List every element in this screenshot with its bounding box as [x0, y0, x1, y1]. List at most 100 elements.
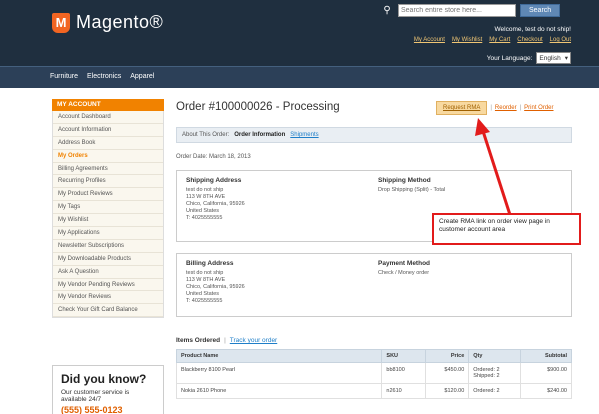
- request-rma-button[interactable]: Request RMA: [436, 101, 488, 115]
- table-row: Nokia 2610 Phone n2610 $120.00 Ordered: …: [175, 383, 573, 399]
- items-ordered-header: Items Ordered | Track your order: [176, 337, 277, 344]
- search-input[interactable]: [398, 4, 516, 17]
- address-line: test do not ship: [186, 187, 224, 193]
- table-header-row: Product Name SKU Price Qty Subtotal: [175, 349, 573, 363]
- sidebar-item-my-wishlist[interactable]: My Wishlist: [53, 214, 163, 228]
- shipping-method-heading: Shipping Method: [378, 177, 431, 184]
- tab-shipments[interactable]: Shipments: [290, 132, 318, 138]
- sidebar-item-my-vendor-reviews[interactable]: My Vendor Reviews: [53, 291, 163, 305]
- address-line: Chico, California, 95926: [186, 284, 245, 290]
- did-you-know-title: Did you know?: [61, 372, 147, 386]
- qty-shipped: Shipped: 2: [473, 373, 500, 379]
- welcome-message: Welcome, test do not ship!: [494, 26, 571, 33]
- address-line: 113 W 8TH AVE: [186, 277, 226, 283]
- main-nav: Furniture Electronics Apparel: [0, 66, 599, 88]
- tabs-label: About This Order:: [182, 132, 230, 138]
- payment-method-value: Check / Money order: [378, 270, 430, 276]
- column-header-subtotal: Subtotal: [519, 349, 573, 363]
- sidebar-item-account-dashboard[interactable]: Account Dashboard: [53, 111, 163, 124]
- sidebar-item-gift-card-balance[interactable]: Check Your Gift Card Balance: [53, 304, 163, 318]
- product-name: Blackberry 8100 Pearl: [175, 362, 383, 384]
- sidebar-item-my-applications[interactable]: My Applications: [53, 227, 163, 240]
- address-line: Chico, California, 95926: [186, 201, 245, 207]
- sidebar-item-my-product-reviews[interactable]: My Product Reviews: [53, 188, 163, 202]
- language-select[interactable]: English ▾: [536, 52, 571, 64]
- address-line: test do not ship: [186, 270, 224, 276]
- billing-box: Billing Address test do not ship 113 W 8…: [176, 253, 572, 317]
- billing-address-heading: Billing Address: [186, 260, 234, 267]
- my-wishlist-link[interactable]: My Wishlist: [452, 37, 482, 43]
- shipping-method: Shipping Method Drop Shipping (Split) - …: [378, 177, 445, 194]
- reorder-link[interactable]: Reorder: [495, 105, 517, 111]
- nav-item-electronics[interactable]: Electronics: [87, 73, 121, 80]
- address-line: T: 4025555555: [186, 298, 223, 304]
- product-name: Nokia 2610 Phone: [175, 383, 383, 399]
- table-row: Blackberry 8100 Pearl bb8100 $450.00 Ord…: [175, 362, 573, 384]
- sidebar-item-my-tags[interactable]: My Tags: [53, 201, 163, 215]
- track-order-link[interactable]: Track your order: [230, 337, 277, 344]
- action-separator: |: [490, 105, 492, 111]
- payment-method-heading: Payment Method: [378, 260, 431, 267]
- product-sku: bb8100: [381, 362, 426, 384]
- did-you-know-text: Our customer service is available 24/7: [61, 389, 130, 403]
- nav-item-furniture[interactable]: Furniture: [50, 73, 78, 80]
- language-label: Your Language:: [486, 54, 533, 62]
- items-ordered-heading: Items Ordered: [176, 337, 221, 344]
- order-actions: Request RMA | Reorder | Print Order: [436, 101, 554, 115]
- header-links: My Account My Wishlist My Cart Checkout …: [414, 37, 571, 43]
- product-subtotal: $240.00: [519, 383, 573, 399]
- address-line: United States: [186, 208, 220, 214]
- nav-item-apparel[interactable]: Apparel: [130, 73, 154, 80]
- page-title: Order #100000026 - Processing: [176, 101, 340, 113]
- sidebar-title: MY ACCOUNT: [52, 99, 164, 111]
- print-order-link[interactable]: Print Order: [524, 105, 553, 111]
- column-header-qty: Qty: [468, 349, 521, 363]
- search-bar: ⚲ Search: [380, 4, 561, 17]
- chevron-down-icon: ▾: [564, 55, 568, 62]
- magento-logo[interactable]: M Magento®: [52, 12, 163, 33]
- shipping-address-heading: Shipping Address: [186, 177, 242, 184]
- magento-logo-icon: M: [52, 12, 70, 33]
- logo-text: Magento®: [76, 12, 164, 32]
- order-tabs: About This Order: Order Information Ship…: [176, 127, 572, 143]
- sidebar-item-address-book[interactable]: Address Book: [53, 137, 163, 150]
- sidebar-item-recurring-profiles[interactable]: Recurring Profiles: [53, 175, 163, 189]
- did-you-know-phone: (555) 555-0123: [61, 405, 123, 414]
- sidebar-item-newsletter-subscriptions[interactable]: Newsletter Subscriptions: [53, 240, 163, 253]
- payment-method: Payment Method Check / Money order: [378, 260, 430, 277]
- column-header-sku: SKU: [381, 349, 426, 363]
- checkout-link[interactable]: Checkout: [517, 37, 542, 43]
- sidebar-item-account-information[interactable]: Account Information: [53, 124, 163, 137]
- sidebar-item-my-downloadable-products[interactable]: My Downloadable Products: [53, 253, 163, 266]
- sidebar-item-ask-a-question[interactable]: Ask A Question: [53, 266, 163, 279]
- product-price: $120.00: [424, 383, 470, 399]
- sidebar-list: Account Dashboard Account Information Ad…: [52, 111, 164, 319]
- billing-address: Billing Address test do not ship 113 W 8…: [186, 260, 245, 305]
- search-icon: ⚲: [383, 5, 391, 16]
- log-out-link[interactable]: Log Out: [550, 37, 571, 43]
- items-separator: |: [224, 337, 226, 344]
- product-price: $450.00: [424, 362, 470, 384]
- account-sidebar: MY ACCOUNT Account Dashboard Account Inf…: [52, 99, 164, 319]
- my-account-link[interactable]: My Account: [414, 37, 445, 43]
- language-value: English: [539, 54, 561, 62]
- items-table: Product Name SKU Price Qty Subtotal Blac…: [175, 349, 573, 399]
- annotation-callout: Create RMA link on order view page in cu…: [432, 213, 581, 245]
- product-qty: Ordered: 2 Shipped: 2: [468, 362, 521, 384]
- product-sku: n2610: [381, 383, 426, 399]
- product-qty: Ordered: 2: [468, 383, 521, 399]
- column-header-product-name: Product Name: [175, 349, 383, 363]
- tab-order-information[interactable]: Order Information: [234, 132, 285, 138]
- address-line: 113 W 8TH AVE: [186, 194, 226, 200]
- sidebar-item-my-orders[interactable]: My Orders: [53, 150, 163, 163]
- search-button[interactable]: Search: [520, 4, 561, 17]
- address-line: United States: [186, 291, 220, 297]
- my-cart-link[interactable]: My Cart: [489, 37, 510, 43]
- action-separator: |: [519, 105, 522, 111]
- shipping-method-value: Drop Shipping (Split) - Total: [378, 187, 446, 193]
- qty-ordered: Ordered: 2: [473, 388, 500, 394]
- sidebar-item-billing-agreements[interactable]: Billing Agreements: [53, 163, 163, 176]
- sidebar-item-my-vendor-pending-reviews[interactable]: My Vendor Pending Reviews: [53, 279, 163, 292]
- product-subtotal: $900.00: [519, 362, 573, 384]
- order-date: Order Date: March 18, 2013: [176, 154, 251, 160]
